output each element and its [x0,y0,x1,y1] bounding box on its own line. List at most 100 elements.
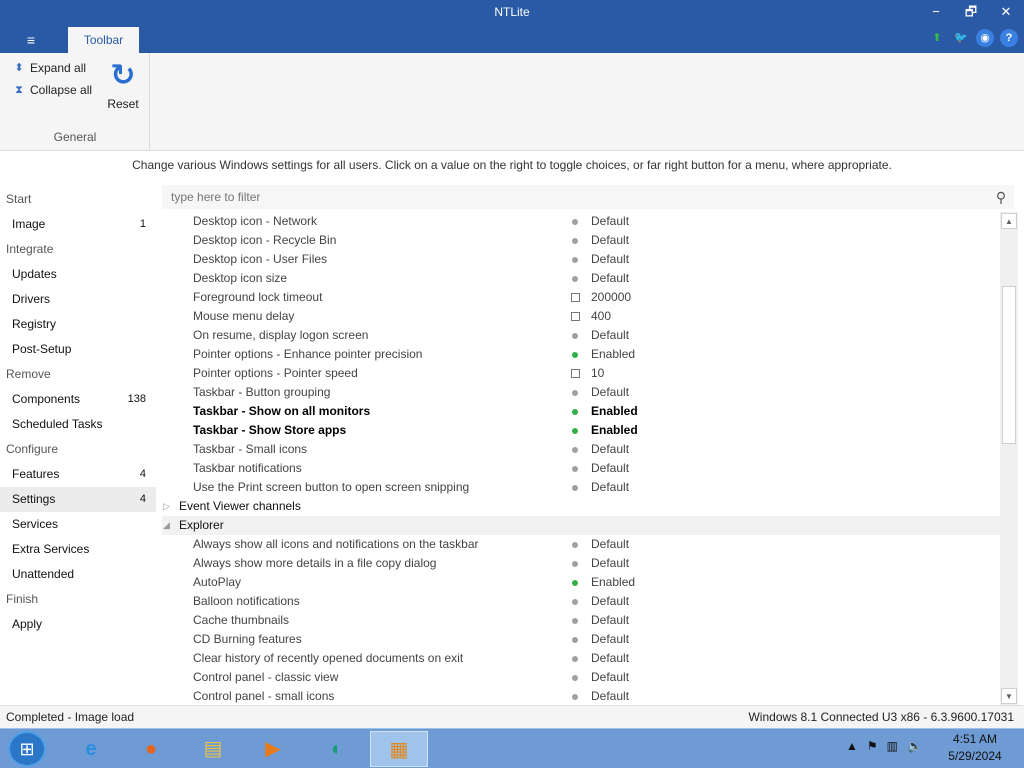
file-explorer-icon[interactable]: ▤ [186,731,240,767]
setting-row[interactable]: Desktop icon - Recycle Bin Default [162,231,1000,250]
setting-row[interactable]: Cache thumbnails Default [162,611,1000,630]
sidebar-item-extra-services[interactable]: Extra Services [0,537,156,562]
setting-row[interactable]: Taskbar - Show Store apps Enabled [162,421,1000,440]
update-icon[interactable]: ⬆ [928,29,946,47]
setting-value[interactable]: Default [591,611,629,630]
category-row[interactable]: ◢ Explorer [162,516,1000,535]
scroll-up-icon[interactable]: ▲ [1001,213,1017,229]
collapse-all-button[interactable]: ⧗ Collapse all [12,83,92,97]
setting-value[interactable]: 400 [591,307,611,326]
internet-explorer-icon[interactable]: e [64,731,118,767]
setting-row[interactable]: Taskbar - Small icons Default [162,440,1000,459]
action-center-flag-icon[interactable]: ⚑ [867,739,878,753]
sidebar-item-image[interactable]: Image 1 [0,212,156,237]
setting-value[interactable]: Enabled [591,421,638,440]
setting-row[interactable]: Taskbar - Show on all monitors Enabled [162,402,1000,421]
setting-row[interactable]: Desktop icon - Network Default [162,212,1000,231]
setting-value[interactable]: 10 [591,364,604,383]
setting-row[interactable]: Balloon notifications Default [162,592,1000,611]
network-icon[interactable]: ▥ [887,739,898,753]
setting-row[interactable]: Clear history of recently opened documen… [162,649,1000,668]
discord-icon[interactable]: ◉ [976,29,994,47]
sidebar-item-updates[interactable]: Updates [0,262,156,287]
clock[interactable]: 4:51 AM 5/29/2024 [940,731,1010,765]
sidebar-item-apply[interactable]: Apply [0,612,156,637]
enabled-dot-icon [572,409,578,415]
start-button-icon[interactable]: ⊞ [8,731,46,767]
minimize-button[interactable]: − [919,2,953,22]
setting-value[interactable]: Default [591,649,629,668]
firefox-icon[interactable]: ● [124,731,178,767]
setting-value[interactable]: Enabled [591,345,635,364]
scroll-thumb[interactable] [1002,286,1016,444]
default-dot-icon [572,276,578,282]
setting-value[interactable]: Default [591,212,629,231]
setting-row[interactable]: Always show more details in a file copy … [162,554,1000,573]
restore-button[interactable]: 🗗 [954,2,988,22]
setting-row[interactable]: Taskbar - Button grouping Default [162,383,1000,402]
twitter-icon[interactable]: 🐦 [952,29,970,47]
setting-value[interactable]: Default [591,478,629,497]
volume-muted-icon[interactable]: 🔈 [907,739,922,753]
setting-row[interactable]: CD Burning features Default [162,630,1000,649]
setting-value[interactable]: Default [591,668,629,687]
reset-button[interactable]: ↻ Reset [104,59,142,111]
sidebar-item-settings[interactable]: Settings 4 [0,487,156,512]
setting-value[interactable]: Default [591,535,629,554]
setting-value[interactable]: Default [591,326,629,345]
setting-value[interactable]: Default [591,554,629,573]
setting-row[interactable]: On resume, display logon screen Default [162,326,1000,345]
setting-value[interactable]: Default [591,592,629,611]
setting-value[interactable]: Default [591,687,629,706]
ntlite-icon[interactable]: ▦ [370,731,428,767]
setting-value[interactable]: Default [591,630,629,649]
sidebar-item-components[interactable]: Components 138 [0,387,156,412]
setting-row[interactable]: Control panel - classic view Default [162,668,1000,687]
close-button[interactable]: ✕ [989,2,1023,22]
collapse-arrow-icon[interactable]: ◢ [163,516,173,535]
category-row[interactable]: ▷ Event Viewer channels [162,497,1000,516]
sidebar-item-registry[interactable]: Registry [0,312,156,337]
setting-row[interactable]: Desktop icon - User Files Default [162,250,1000,269]
sidebar-item-services[interactable]: Services [0,512,156,537]
vertical-scrollbar[interactable]: ▲ ▼ [1000,212,1018,705]
help-icon[interactable]: ? [1000,29,1018,47]
setting-value[interactable]: 200000 [591,288,631,307]
setting-value[interactable]: Default [591,250,629,269]
setting-row[interactable]: Taskbar notifications Default [162,459,1000,478]
expand-all-button[interactable]: ⬍ Expand all [12,61,86,75]
setting-row[interactable]: Pointer options - Enhance pointer precis… [162,345,1000,364]
media-player-icon[interactable]: ▶ [246,731,300,767]
setting-row[interactable]: Use the Print screen button to open scre… [162,478,1000,497]
refresh-icon: ↻ [110,59,136,92]
sidebar-item-drivers[interactable]: Drivers [0,287,156,312]
setting-row[interactable]: Control panel - small icons Default [162,687,1000,706]
sidebar-item-unattended[interactable]: Unattended [0,562,156,587]
setting-row[interactable]: AutoPlay Enabled [162,573,1000,592]
app-menu-button[interactable]: ≡ [16,28,46,52]
setting-value[interactable]: Default [591,269,629,288]
setting-value[interactable]: Enabled [591,402,638,421]
setting-row[interactable]: Foreground lock timeout 200000 [162,288,1000,307]
setting-value[interactable]: Default [591,383,629,402]
setting-row[interactable]: Pointer options - Pointer speed 10 [162,364,1000,383]
scroll-down-icon[interactable]: ▼ [1001,688,1017,704]
sidebar-item-scheduled-tasks[interactable]: Scheduled Tasks [0,412,156,437]
setting-value[interactable]: Enabled [591,573,635,592]
expand-icon: ⬍ [14,62,24,74]
setting-value[interactable]: Default [591,231,629,250]
sidebar-item-features[interactable]: Features 4 [0,462,156,487]
expand-arrow-icon[interactable]: ▷ [163,497,173,516]
sidebar-item-post-setup[interactable]: Post-Setup [0,337,156,362]
setting-row[interactable]: Desktop icon size Default [162,269,1000,288]
setting-row[interactable]: Always show all icons and notifications … [162,535,1000,554]
show-hidden-icons-icon[interactable]: ▲ [846,739,858,753]
tab-toolbar[interactable]: Toolbar [68,27,139,53]
setting-value[interactable]: Default [591,459,629,478]
sidebar-item-count: 138 [127,393,146,405]
search-icon[interactable]: ⚲ [992,187,1010,207]
setting-row[interactable]: Mouse menu delay 400 [162,307,1000,326]
app-icon[interactable]: ◐ [310,731,364,767]
setting-value[interactable]: Default [591,440,629,459]
filter-input[interactable] [166,187,966,207]
